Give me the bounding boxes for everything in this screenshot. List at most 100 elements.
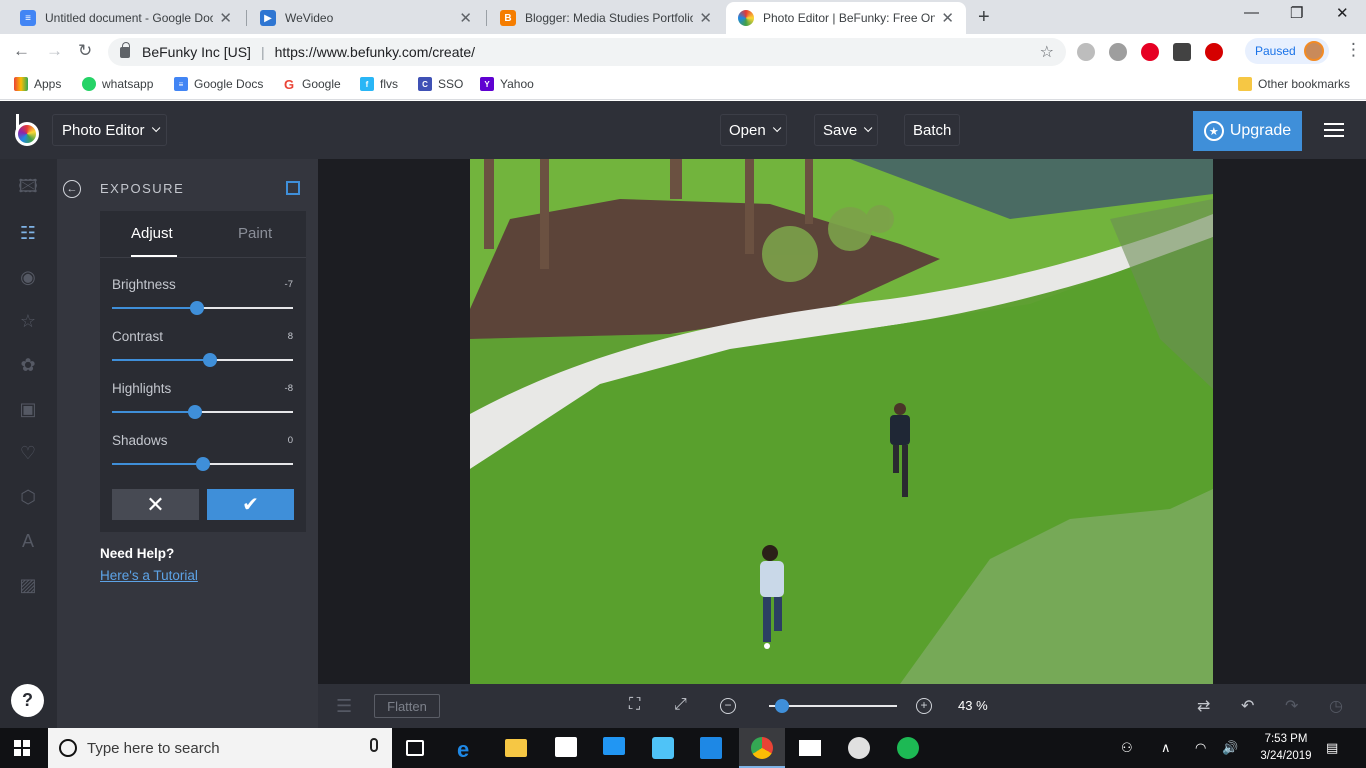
extension-icon[interactable] (1077, 43, 1095, 61)
slider-handle[interactable] (202, 353, 217, 367)
contrast-slider[interactable]: Contrast 8 (112, 329, 293, 373)
minimize-icon[interactable]: — (1244, 4, 1259, 21)
tab-adjust[interactable]: Adjust (131, 225, 173, 242)
apply-button[interactable]: ✔ (207, 489, 294, 520)
zoom-in-button[interactable]: + (916, 698, 932, 714)
help-button[interactable]: ? (11, 684, 44, 717)
brightness-slider[interactable]: Brightness -7 (112, 277, 293, 321)
taskbar-search[interactable]: Type here to search (48, 728, 392, 768)
image-icon[interactable]: 🖾 (18, 176, 38, 199)
spotify-icon[interactable] (897, 737, 919, 759)
upgrade-button[interactable]: ★ Upgrade (1193, 111, 1302, 151)
overlays-heart-icon[interactable]: ♡ (18, 443, 38, 463)
tab-befunky[interactable]: Photo Editor | BeFunky: Free Online ✕ (726, 2, 966, 34)
close-icon[interactable]: ✕ (699, 9, 712, 27)
slider-handle[interactable] (188, 405, 203, 419)
zoom-slider-handle[interactable] (774, 699, 789, 713)
close-icon[interactable]: ✕ (459, 9, 472, 27)
extension-icon[interactable] (1109, 43, 1127, 61)
bookmark-star-icon[interactable]: ☆ (1040, 42, 1054, 62)
touch-up-eye-icon[interactable]: ◉ (18, 267, 38, 287)
edge-icon[interactable]: e (457, 737, 479, 762)
file-explorer-icon[interactable] (505, 739, 527, 757)
frames-icon[interactable]: ▣ (18, 399, 38, 419)
forward-arrow-icon[interactable]: → (46, 41, 63, 61)
highlights-slider[interactable]: Highlights -8 (112, 381, 293, 425)
people-icon[interactable]: ⚇ (1121, 740, 1133, 756)
close-icon[interactable]: ✕ (219, 9, 232, 27)
edited-photo[interactable] (470, 159, 1213, 684)
back-arrow-icon[interactable]: ← (13, 41, 30, 61)
layers-icon[interactable]: ☰ (336, 696, 352, 717)
store-icon[interactable] (555, 737, 577, 757)
pinterest-icon[interactable] (1141, 43, 1159, 61)
photo-editor-dropdown[interactable]: Photo Editor (52, 114, 167, 146)
profile-button[interactable]: Paused (1245, 38, 1329, 64)
undo-icon[interactable]: ↶ (1241, 696, 1254, 716)
fit-to-screen-icon[interactable]: ⛶ (629, 696, 640, 714)
bookmark-sso[interactable]: C SSO (418, 77, 463, 91)
close-icon[interactable]: ✕ (941, 9, 954, 27)
textures-icon[interactable]: ▨ (18, 575, 38, 595)
artsy-icon[interactable]: ✿ (18, 355, 38, 375)
tab-paint[interactable]: Paint (238, 225, 272, 242)
graphics-icon[interactable]: ⬡ (18, 487, 38, 507)
chrome-icon[interactable] (751, 737, 773, 759)
save-button[interactable]: Save (814, 114, 879, 146)
windows-start-icon[interactable] (14, 740, 30, 756)
tab-wevideo[interactable]: ▶ WeVideo ✕ (248, 2, 484, 34)
zoom-out-button[interactable]: − (720, 698, 736, 714)
bookmark-google-docs[interactable]: ≡ Google Docs (174, 77, 263, 91)
befunky-logo[interactable] (14, 114, 42, 146)
back-arrow-icon[interactable]: ← (63, 180, 81, 198)
actual-size-icon[interactable]: ⤢ (674, 696, 687, 714)
app-icon[interactable] (652, 737, 674, 759)
reload-icon[interactable]: ↻ (78, 41, 92, 61)
batch-button[interactable]: Batch (904, 114, 961, 146)
mail-icon[interactable] (799, 740, 821, 756)
cancel-button[interactable]: ✕ (112, 489, 199, 520)
history-icon[interactable]: ◷ (1329, 696, 1343, 716)
bookmark-yahoo[interactable]: Y Yahoo (480, 77, 534, 91)
tutorial-link[interactable]: Here's a Tutorial (100, 568, 198, 583)
other-bookmarks[interactable]: Other bookmarks (1238, 77, 1350, 91)
hamburger-menu-icon[interactable] (1324, 123, 1344, 137)
bookmark-whatsapp[interactable]: whatsapp (82, 77, 153, 91)
tab-google-docs[interactable]: ≡ Untitled document - Google Docs ✕ (8, 2, 244, 34)
paint-icon[interactable] (848, 737, 870, 759)
restore-icon[interactable]: ❐ (1290, 4, 1303, 22)
extension-icon[interactable] (1173, 43, 1191, 61)
slider-handle[interactable] (190, 301, 205, 315)
flatten-button[interactable]: Flatten (374, 694, 440, 718)
bookmark-apps[interactable]: Apps (14, 77, 61, 91)
editor-canvas[interactable] (318, 159, 1366, 684)
slider-handle[interactable] (195, 457, 210, 471)
tab-blogger[interactable]: B Blogger: Media Studies Portfolio ✕ (488, 2, 724, 34)
microphone-icon[interactable] (370, 738, 378, 752)
system-clock[interactable]: 7:53 PM 3/24/2019 (1253, 731, 1319, 765)
new-tab-button[interactable]: + (978, 6, 990, 29)
effects-star-icon[interactable]: ☆ (18, 311, 38, 331)
copy-layer-icon[interactable] (286, 181, 300, 195)
edit-sliders-icon[interactable]: ☷ (18, 223, 38, 243)
task-view-icon[interactable] (406, 740, 424, 756)
shadows-slider[interactable]: Shadows 0 (112, 433, 293, 477)
compare-swap-icon[interactable]: ⇄ (1197, 696, 1210, 716)
maxthon-icon[interactable] (700, 737, 722, 759)
open-button[interactable]: Open (720, 114, 787, 146)
extension-icon[interactable] (1205, 43, 1223, 61)
bookmark-google[interactable]: G Google (282, 77, 341, 92)
chrome-menu-icon[interactable]: ⋮ (1345, 40, 1362, 60)
volume-icon[interactable]: 🔊 (1222, 740, 1238, 756)
text-icon[interactable]: A (18, 531, 38, 551)
wifi-icon[interactable]: ◠ (1195, 740, 1206, 756)
notifications-icon[interactable]: ▤ (1326, 740, 1338, 756)
redo-icon[interactable]: ↷ (1285, 696, 1298, 716)
show-hidden-icons[interactable]: ∧ (1161, 740, 1171, 756)
bookmark-flvs[interactable]: f flvs (360, 77, 398, 91)
chevron-down-icon (864, 123, 873, 133)
lenovo-icon[interactable] (603, 737, 625, 755)
close-window-icon[interactable]: ✕ (1336, 4, 1349, 22)
tool-rail: 🖾 ☷ ◉ ☆ ✿ ▣ ♡ ⬡ A ▨ (0, 159, 57, 728)
address-bar[interactable]: BeFunky Inc [US] | https://www.befunky.c… (108, 38, 1066, 66)
